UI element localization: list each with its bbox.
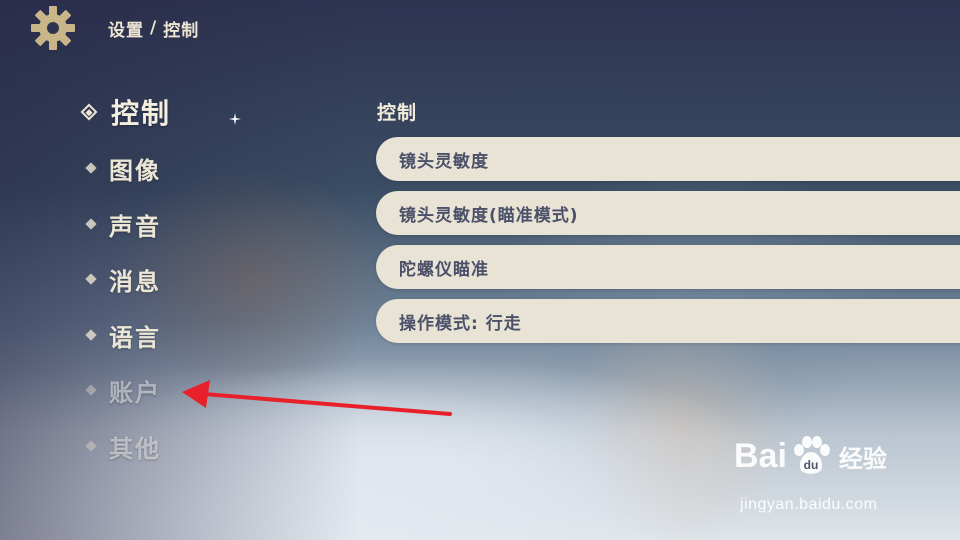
option-label: 陀螺仪瞄准	[399, 259, 489, 280]
nav-item-audio[interactable]: 声音	[80, 202, 240, 246]
diamond-icon	[85, 218, 97, 230]
nav-item-language[interactable]: 语言	[80, 313, 240, 357]
option-label: 镜头灵敏度	[399, 151, 489, 172]
breadcrumb-current: 控制	[163, 20, 200, 41]
breadcrumb-separator: /	[150, 18, 158, 38]
gear-icon[interactable]	[26, 6, 80, 50]
selected-diamond-icon	[80, 103, 98, 121]
option-label: 操作模式: 行走	[399, 313, 522, 334]
nav-item-label: 语言	[109, 323, 161, 352]
diamond-icon	[85, 440, 97, 452]
baidu-logo: Bai du 经验	[734, 436, 887, 476]
baidu-watermark: Bai du 经验 jingyan.baidu.com	[734, 436, 914, 522]
option-label: 镜头灵敏度(瞄准模式)	[399, 205, 579, 226]
nav-item-label: 声音	[109, 212, 161, 241]
nav-item-label: 其他	[109, 434, 161, 463]
section-title: 控制	[377, 102, 418, 124]
red-arrow-annotation	[182, 380, 452, 416]
nav-item-control[interactable]: 控制	[80, 90, 240, 134]
watermark-brand-left: Bai	[734, 436, 787, 475]
diamond-icon	[85, 162, 97, 174]
nav-item-label: 图像	[109, 156, 161, 185]
option-camera-sensitivity[interactable]: 镜头灵敏度	[376, 137, 960, 181]
breadcrumb: 设置 / 控制	[108, 16, 200, 41]
option-camera-sensitivity-aiming[interactable]: 镜头灵敏度(瞄准模式)	[376, 191, 960, 235]
nav-item-label: 消息	[109, 267, 161, 296]
sparkle-icon	[229, 113, 241, 125]
nav-item-graphics[interactable]: 图像	[80, 146, 240, 190]
diamond-icon	[85, 384, 97, 396]
diamond-icon	[85, 273, 97, 285]
breadcrumb-parent[interactable]: 设置	[108, 16, 144, 41]
diamond-icon	[85, 329, 97, 341]
paw-icon: du	[793, 436, 830, 474]
nav-item-messages[interactable]: 消息	[80, 257, 240, 301]
watermark-brand-right: 经验	[838, 445, 887, 473]
nav-item-other[interactable]: 其他	[80, 424, 240, 468]
svg-text:du: du	[804, 458, 819, 472]
option-control-mode[interactable]: 操作模式: 行走	[376, 299, 960, 343]
option-gyroscope-aiming[interactable]: 陀螺仪瞄准	[376, 245, 960, 289]
watermark-url: jingyan.baidu.com	[740, 496, 878, 513]
nav-item-label: 控制	[111, 97, 172, 130]
nav-item-label: 账户	[109, 378, 161, 407]
